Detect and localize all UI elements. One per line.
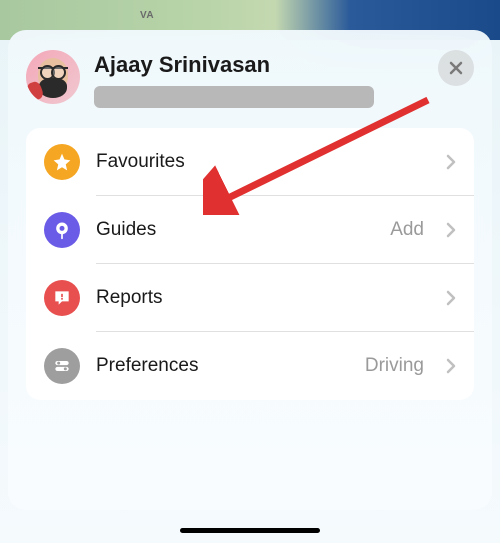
chevron-right-icon [446, 222, 456, 238]
chevron-right-icon [446, 154, 456, 170]
profile-sheet: Ajaay Srinivasan Favourites Guides Add [8, 30, 492, 510]
preferences-row[interactable]: Preferences Driving [26, 332, 474, 400]
sheet-header: Ajaay Srinivasan [26, 50, 474, 108]
guides-label: Guides [96, 219, 374, 241]
close-icon [448, 60, 464, 76]
guides-trailing: Add [390, 219, 424, 241]
chevron-right-icon [446, 358, 456, 374]
chevron-right-icon [446, 290, 456, 306]
menu-card: Favourites Guides Add Reports [26, 128, 474, 400]
header-text-block: Ajaay Srinivasan [94, 50, 424, 108]
alert-icon [44, 280, 80, 316]
reports-label: Reports [96, 287, 430, 309]
favourites-label: Favourites [96, 151, 430, 173]
star-icon [44, 144, 80, 180]
pin-icon [44, 212, 80, 248]
toggle-icon [44, 348, 80, 384]
guides-row[interactable]: Guides Add [26, 196, 474, 264]
close-button[interactable] [438, 50, 474, 86]
home-indicator[interactable] [180, 528, 320, 533]
preferences-label: Preferences [96, 355, 349, 377]
redacted-subtitle [94, 86, 374, 108]
avatar[interactable] [26, 50, 80, 104]
username-label: Ajaay Srinivasan [94, 52, 424, 78]
map-state-label: VA [140, 10, 154, 21]
preferences-trailing: Driving [365, 355, 424, 377]
favourites-row[interactable]: Favourites [26, 128, 474, 196]
reports-row[interactable]: Reports [26, 264, 474, 332]
